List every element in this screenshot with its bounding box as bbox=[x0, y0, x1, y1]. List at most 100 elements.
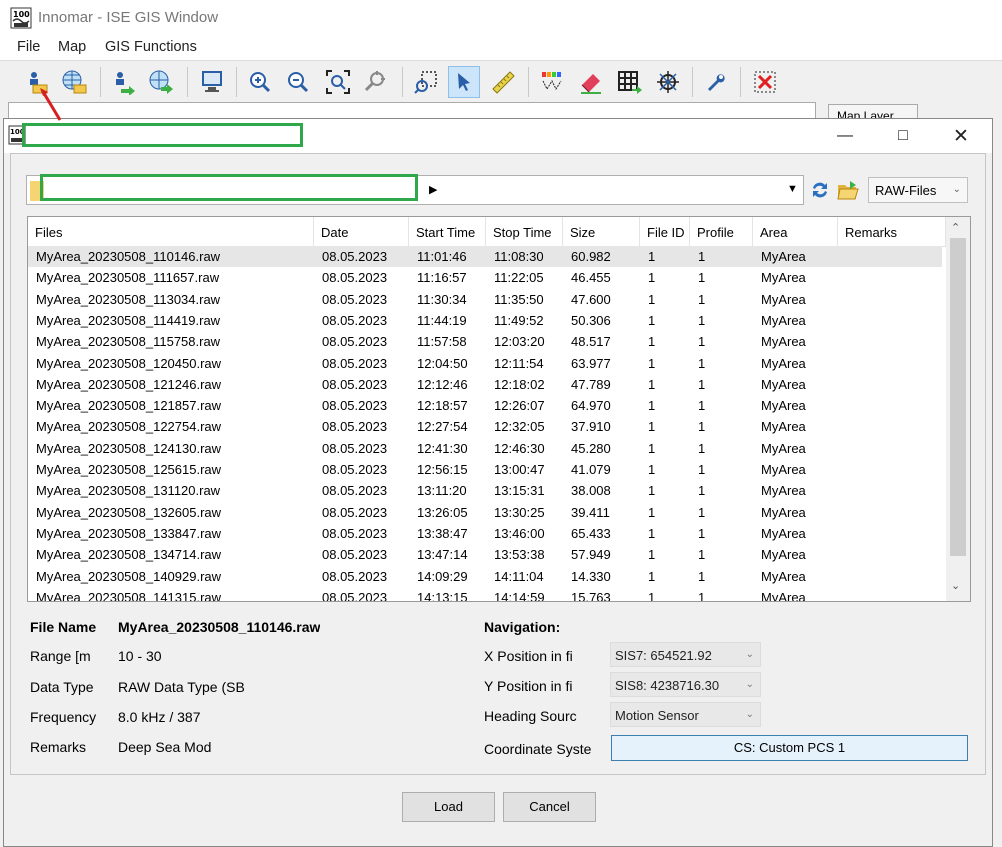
cell-file-id: 1 bbox=[648, 504, 656, 520]
table-row[interactable]: MyArea_20230508_121857.raw 08.05.2023 12:1… bbox=[28, 395, 942, 416]
table-row[interactable]: MyArea_20230508_110146.raw 08.05.2023 11:0… bbox=[28, 246, 942, 267]
cell-remarks bbox=[838, 310, 942, 331]
table-row[interactable]: MyArea_20230508_141315.raw 08.05.2023 14:1… bbox=[28, 587, 942, 602]
import-icon[interactable] bbox=[108, 66, 140, 98]
table-row[interactable]: MyArea_20230508_122754.raw 08.05.2023 12:2… bbox=[28, 416, 942, 437]
table-row[interactable]: MyArea_20230508_111657.raw 08.05.2023 11:1… bbox=[28, 267, 942, 288]
dialog-title-bar: 100 — □ ✕ bbox=[4, 119, 992, 153]
cell-profile: 1 bbox=[698, 419, 706, 435]
cell-size: 46.455 bbox=[571, 270, 611, 286]
refresh-icon[interactable] bbox=[809, 179, 831, 201]
cell-size: 64.970 bbox=[571, 398, 611, 414]
scroll-up-icon[interactable]: ⌃ bbox=[951, 221, 960, 234]
color-scale-icon[interactable] bbox=[536, 66, 568, 98]
maximize-button[interactable]: □ bbox=[874, 119, 932, 153]
cell-size: 38.008 bbox=[571, 483, 611, 499]
cell-file: MyArea_20230508_121857.raw bbox=[36, 398, 222, 414]
table-row[interactable]: MyArea_20230508_133847.raw 08.05.2023 13:3… bbox=[28, 523, 942, 544]
scrollbar-thumb[interactable] bbox=[950, 238, 966, 556]
close-red-icon[interactable] bbox=[749, 66, 781, 98]
cell-area: MyArea bbox=[761, 355, 806, 371]
open-folder-icon[interactable] bbox=[836, 179, 860, 201]
cell-start: 14:13:15 bbox=[417, 589, 468, 602]
cell-profile: 1 bbox=[698, 483, 706, 499]
close-button[interactable]: ✕ bbox=[932, 119, 990, 153]
scroll-down-icon[interactable]: ⌄ bbox=[951, 579, 960, 592]
cell-file: MyArea_20230508_114419.raw bbox=[36, 312, 221, 328]
cell-file-id: 1 bbox=[648, 589, 656, 602]
cell-profile: 1 bbox=[698, 525, 706, 541]
cell-remarks bbox=[838, 480, 942, 501]
column-start-time[interactable]: Start Time bbox=[409, 217, 486, 246]
pointer-icon[interactable] bbox=[448, 66, 480, 98]
zoom-extent-icon[interactable] bbox=[322, 66, 354, 98]
frequency-value: 8.0 kHz / 387 bbox=[118, 709, 201, 725]
crosshair-icon[interactable] bbox=[652, 66, 684, 98]
zoom-out-icon[interactable] bbox=[282, 66, 314, 98]
cell-area: MyArea bbox=[761, 525, 806, 541]
chevron-down-icon[interactable]: ▼ bbox=[787, 183, 798, 195]
table-row[interactable]: MyArea_20230508_120450.raw 08.05.2023 12:0… bbox=[28, 353, 942, 374]
export-map-icon[interactable] bbox=[145, 66, 177, 98]
table-row[interactable]: MyArea_20230508_115758.raw 08.05.2023 11:5… bbox=[28, 331, 942, 352]
column-files[interactable]: Files bbox=[28, 217, 314, 246]
zoom-in-icon[interactable] bbox=[244, 66, 276, 98]
column-area[interactable]: Area bbox=[753, 217, 838, 246]
table-row[interactable]: MyArea_20230508_114419.raw 08.05.2023 11:4… bbox=[28, 310, 942, 331]
file-type-filter[interactable]: RAW-Files ⌄ bbox=[868, 177, 968, 203]
cell-date: 08.05.2023 bbox=[322, 504, 388, 520]
cell-profile: 1 bbox=[698, 568, 706, 584]
cell-stop: 12:26:07 bbox=[494, 398, 545, 414]
cell-size: 37.910 bbox=[571, 419, 611, 435]
vertical-scrollbar[interactable]: ⌃ ⌄ bbox=[946, 217, 970, 601]
monitor-icon[interactable] bbox=[196, 66, 228, 98]
menu-file[interactable]: File bbox=[17, 39, 40, 55]
eraser-icon[interactable] bbox=[575, 66, 607, 98]
table-row[interactable]: MyArea_20230508_121246.raw 08.05.2023 12:1… bbox=[28, 374, 942, 395]
minimize-button[interactable]: — bbox=[816, 119, 874, 153]
heading-source-value: Motion Sensor bbox=[615, 708, 699, 723]
grid-icon[interactable] bbox=[613, 66, 645, 98]
select-area-icon[interactable] bbox=[410, 66, 442, 98]
column-profile[interactable]: Profile bbox=[690, 217, 753, 246]
cell-start: 14:09:29 bbox=[417, 568, 468, 584]
column-date[interactable]: Date bbox=[314, 217, 409, 246]
table-row[interactable]: MyArea_20230508_131120.raw 08.05.2023 13:1… bbox=[28, 480, 942, 501]
y-position-select[interactable]: SIS8: 4238716.30 ⌄ bbox=[610, 672, 761, 697]
file-name-label: File Name bbox=[30, 619, 97, 635]
table-row[interactable]: MyArea_20230508_140929.raw 08.05.2023 14:0… bbox=[28, 566, 942, 587]
table-row[interactable]: MyArea_20230508_124130.raw 08.05.2023 12:4… bbox=[28, 438, 942, 459]
cell-remarks bbox=[838, 331, 942, 352]
column-size[interactable]: Size bbox=[563, 217, 640, 246]
column-remarks[interactable]: Remarks bbox=[838, 217, 946, 246]
cell-stop: 12:46:30 bbox=[494, 440, 545, 456]
x-position-select[interactable]: SIS7: 654521.92 ⌄ bbox=[610, 642, 761, 667]
pan-icon[interactable] bbox=[360, 66, 392, 98]
load-button[interactable]: Load bbox=[402, 792, 495, 822]
column-stop-time[interactable]: Stop Time bbox=[486, 217, 563, 246]
cell-stop: 13:30:25 bbox=[494, 504, 545, 520]
menu-map[interactable]: Map bbox=[58, 39, 86, 55]
coordinate-system-button[interactable]: CS: Custom PCS 1 bbox=[611, 735, 968, 761]
table-row[interactable]: MyArea_20230508_134714.raw 08.05.2023 13:4… bbox=[28, 544, 942, 565]
cell-start: 13:47:14 bbox=[417, 547, 468, 563]
wrench-icon[interactable] bbox=[700, 66, 732, 98]
ruler-icon[interactable] bbox=[487, 66, 519, 98]
cell-stop: 12:18:02 bbox=[494, 376, 545, 392]
cell-file-id: 1 bbox=[648, 419, 656, 435]
cell-start: 12:41:30 bbox=[417, 440, 468, 456]
heading-source-select[interactable]: Motion Sensor ⌄ bbox=[610, 702, 761, 727]
cancel-button[interactable]: Cancel bbox=[503, 792, 596, 822]
cell-file: MyArea_20230508_122754.raw bbox=[36, 419, 222, 435]
cell-profile: 1 bbox=[698, 462, 706, 477]
column-file-id[interactable]: File ID bbox=[640, 217, 690, 246]
table-row[interactable]: MyArea_20230508_113034.raw 08.05.2023 11:3… bbox=[28, 289, 942, 310]
cell-size: 15.763 bbox=[571, 589, 611, 602]
table-row[interactable]: MyArea_20230508_132605.raw 08.05.2023 13:2… bbox=[28, 502, 942, 523]
cell-start: 12:18:57 bbox=[417, 398, 468, 414]
menu-gis-functions[interactable]: GIS Functions bbox=[105, 39, 197, 55]
cell-file-id: 1 bbox=[648, 462, 656, 477]
cell-date: 08.05.2023 bbox=[322, 334, 388, 350]
table-row[interactable]: MyArea_20230508_125615.raw 08.05.2023 12:5… bbox=[28, 459, 942, 480]
cell-remarks bbox=[838, 353, 942, 374]
